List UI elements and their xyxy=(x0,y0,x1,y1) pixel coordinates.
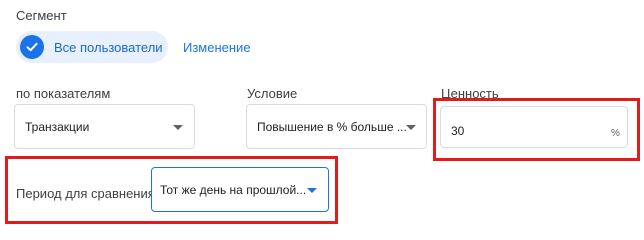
comparison-label: Период для сравнения xyxy=(16,186,155,201)
metric-label: по показателям xyxy=(16,86,111,101)
comparison-select[interactable]: Тот же день на прошлой... xyxy=(151,167,329,212)
value-input-text: 30 xyxy=(451,124,465,138)
segment-chip[interactable]: Все пользователи xyxy=(16,31,168,63)
condition-select[interactable]: Повышение в % больше ... xyxy=(246,104,427,149)
segment-label: Сегмент xyxy=(16,8,67,23)
segment-chip-label: Все пользователи xyxy=(54,39,163,55)
metric-select[interactable]: Транзакции xyxy=(14,104,195,149)
chevron-down-icon xyxy=(173,125,183,130)
condition-select-value: Повышение в % больше ... xyxy=(257,119,407,134)
metric-select-value: Транзакции xyxy=(25,119,90,134)
check-icon xyxy=(20,35,44,59)
change-segment-link[interactable]: Изменение xyxy=(183,40,251,55)
value-unit: % xyxy=(611,128,620,139)
comparison-select-value: Тот же день на прошлой... xyxy=(160,182,305,197)
condition-label: Условие xyxy=(247,86,298,101)
chevron-down-icon xyxy=(307,188,317,193)
value-input[interactable]: 30 % xyxy=(440,106,628,148)
chevron-down-icon xyxy=(406,125,416,130)
